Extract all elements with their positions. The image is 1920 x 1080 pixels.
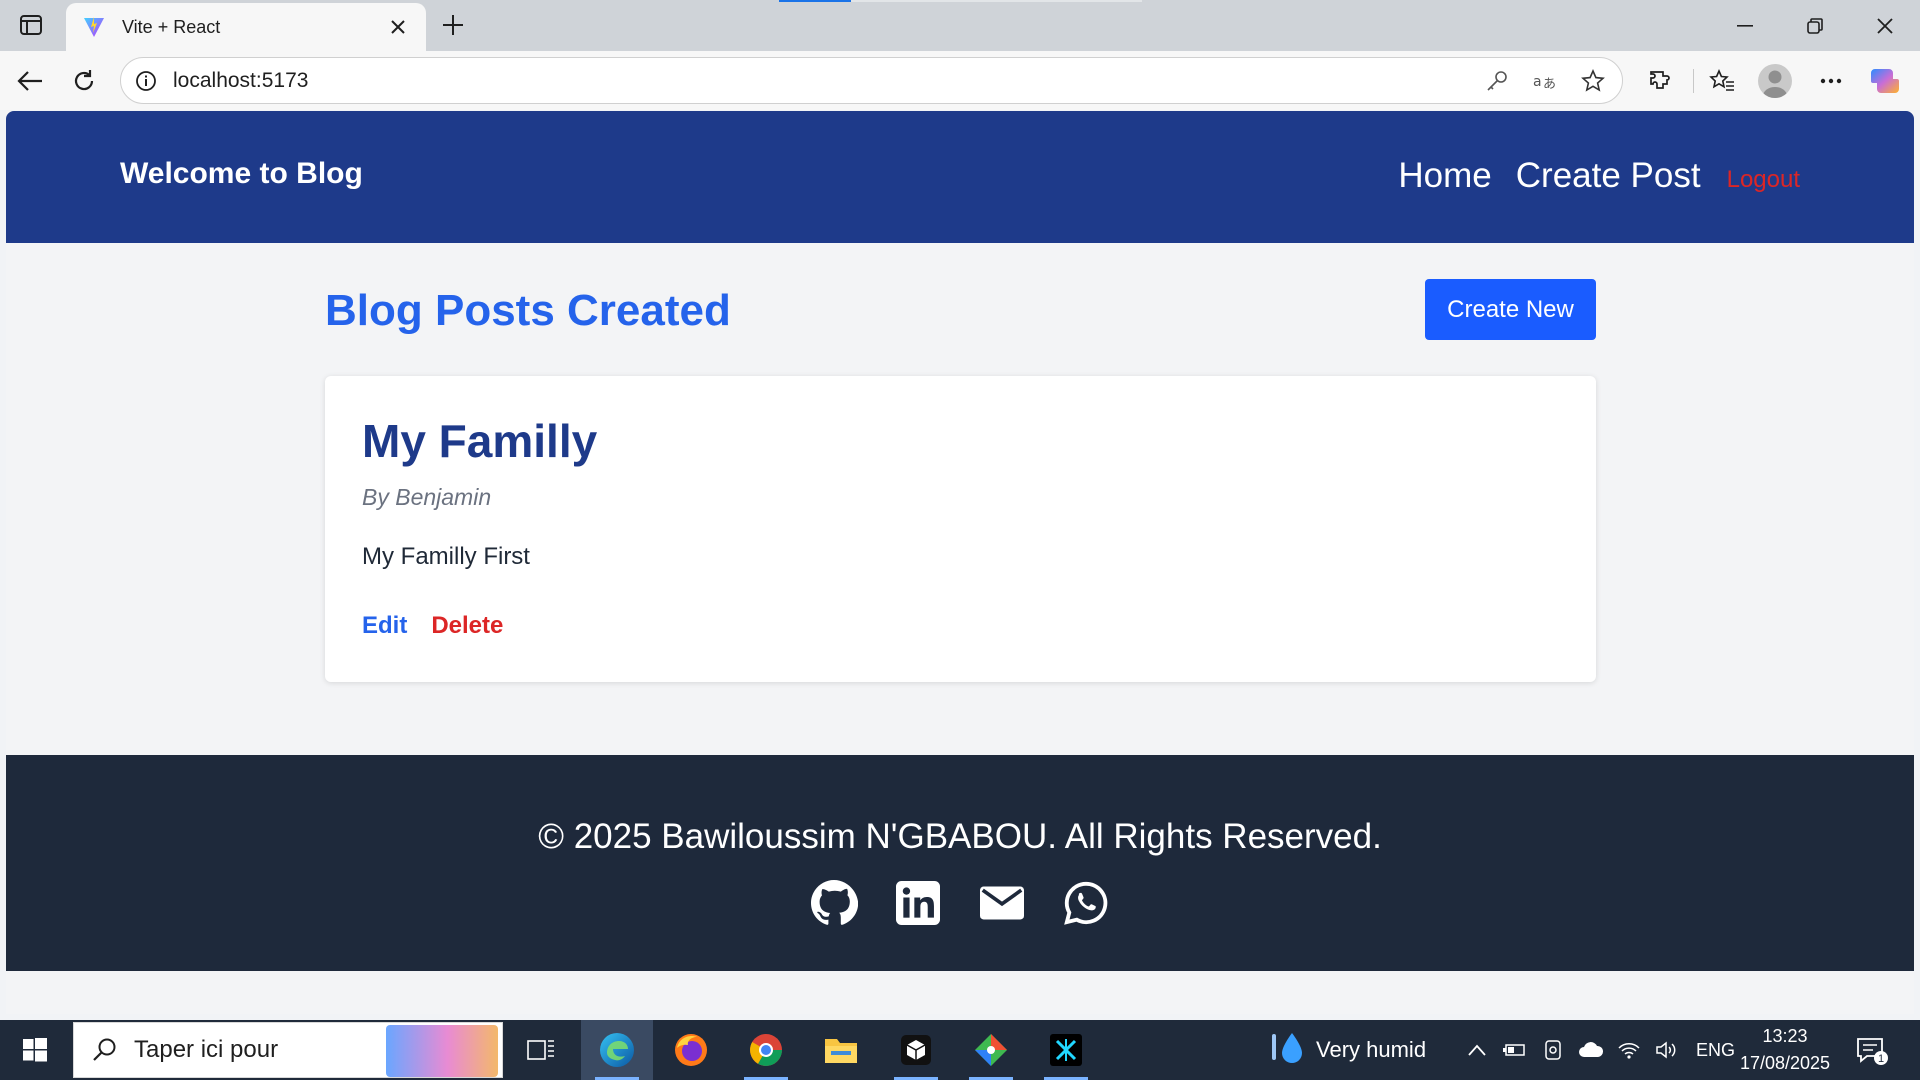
whatsapp-icon[interactable] bbox=[1060, 877, 1112, 929]
clock-date: 17/08/2025 bbox=[1739, 1053, 1831, 1073]
device-icon[interactable] bbox=[1538, 1035, 1568, 1065]
more-options-icon[interactable] bbox=[1814, 64, 1848, 98]
post-actions: Edit Delete bbox=[362, 612, 503, 640]
browser-tab-bar: Vite + React bbox=[0, 0, 1920, 51]
firefox-app-icon[interactable] bbox=[655, 1020, 727, 1080]
ide-app-icon[interactable] bbox=[1030, 1020, 1102, 1080]
post-card: My Familly By Benjamin My Familly First … bbox=[325, 376, 1596, 682]
toolbar-separator bbox=[1693, 69, 1694, 93]
tab-title: Vite + React bbox=[122, 16, 221, 37]
favorite-star-icon[interactable] bbox=[1578, 66, 1608, 96]
reload-icon[interactable] bbox=[66, 63, 102, 99]
notification-count: 1 bbox=[1878, 1053, 1884, 1065]
volume-icon[interactable] bbox=[1652, 1035, 1682, 1065]
windows-taskbar: Taper ici pour Very humid ENG 13:23 17/0… bbox=[0, 1020, 1920, 1080]
sidebar-toggle-icon[interactable] bbox=[18, 12, 44, 38]
address-bar[interactable]: localhost:5173 aあ bbox=[120, 57, 1623, 104]
search-highlight-image bbox=[386, 1025, 498, 1077]
translate-icon[interactable]: aあ bbox=[1530, 66, 1560, 96]
copyright-text: © 2025 Bawiloussim N'GBABOU. All Rights … bbox=[538, 817, 1382, 856]
task-view-icon[interactable] bbox=[505, 1020, 577, 1080]
edge-app-icon[interactable] bbox=[581, 1020, 653, 1080]
post-author: By Benjamin bbox=[362, 484, 492, 510]
edit-post-link[interactable]: Edit bbox=[362, 612, 407, 640]
system-tray: ENG bbox=[1458, 1020, 1735, 1080]
app-cube-icon[interactable] bbox=[880, 1020, 952, 1080]
social-links bbox=[6, 877, 1914, 929]
profile-avatar[interactable] bbox=[1758, 64, 1792, 98]
copilot-icon[interactable] bbox=[1868, 64, 1902, 98]
clock-time: 13:23 bbox=[1762, 1026, 1808, 1046]
weather-widget[interactable]: Very humid bbox=[1270, 1020, 1426, 1080]
svg-text:あ: あ bbox=[1543, 77, 1556, 92]
taskbar-clock[interactable]: 13:23 17/08/2025 bbox=[1730, 1026, 1840, 1074]
back-arrow-icon[interactable] bbox=[12, 63, 48, 99]
main-content: Blog Posts Created Create New My Familly… bbox=[6, 243, 1914, 754]
mail-icon[interactable] bbox=[976, 877, 1028, 929]
svg-text:a: a bbox=[1533, 74, 1542, 90]
nav-create-post-link[interactable]: Create Post bbox=[1516, 156, 1701, 196]
search-icon bbox=[92, 1037, 118, 1063]
nav-home-link[interactable]: Home bbox=[1398, 156, 1491, 196]
site-footer: © 2025 Bawiloussim N'GBABOU. All Rights … bbox=[6, 755, 1914, 971]
browser-toolbar: localhost:5173 aあ bbox=[0, 51, 1920, 110]
battery-icon[interactable] bbox=[1500, 1035, 1530, 1065]
restore-icon[interactable] bbox=[1780, 0, 1850, 51]
notification-center-icon[interactable]: 1 bbox=[1855, 1034, 1889, 1068]
github-icon[interactable] bbox=[808, 877, 860, 929]
chevron-up-icon[interactable] bbox=[1462, 1035, 1492, 1065]
window-controls bbox=[1710, 0, 1920, 51]
taskbar-search-box[interactable]: Taper ici pour bbox=[73, 1022, 503, 1078]
create-new-button[interactable]: Create New bbox=[1425, 279, 1596, 340]
search-placeholder: Taper ici pour bbox=[134, 1036, 279, 1063]
delete-post-link[interactable]: Delete bbox=[431, 612, 503, 640]
page-title: Blog Posts Created bbox=[325, 286, 731, 335]
chrome-app-icon[interactable] bbox=[730, 1020, 802, 1080]
key-icon[interactable] bbox=[1482, 66, 1512, 96]
git-client-icon[interactable] bbox=[955, 1020, 1027, 1080]
site-brand[interactable]: Welcome to Blog bbox=[120, 157, 363, 191]
logout-link[interactable]: Logout bbox=[1727, 166, 1800, 194]
close-tab-icon[interactable] bbox=[386, 15, 410, 39]
post-body: My Familly First bbox=[362, 543, 530, 570]
wifi-icon[interactable] bbox=[1614, 1035, 1644, 1065]
extensions-icon[interactable] bbox=[1643, 64, 1677, 98]
tab-loading-indicator bbox=[779, 0, 1142, 2]
post-title: My Familly bbox=[362, 415, 598, 467]
vite-logo-icon bbox=[82, 15, 106, 39]
favorites-icon[interactable] bbox=[1705, 64, 1739, 98]
site-nav: Home Create Post Logout bbox=[1374, 156, 1800, 196]
close-window-icon[interactable] bbox=[1850, 0, 1920, 51]
weather-text: Very humid bbox=[1316, 1037, 1427, 1062]
site-header: Welcome to Blog Home Create Post Logout bbox=[6, 111, 1914, 243]
humidity-drop-icon bbox=[1270, 1030, 1306, 1071]
site-info-icon[interactable] bbox=[135, 70, 157, 92]
browser-tab[interactable]: Vite + React bbox=[66, 3, 426, 51]
url-text[interactable]: localhost:5173 bbox=[173, 69, 1464, 93]
new-tab-icon[interactable] bbox=[438, 10, 468, 40]
linkedin-icon[interactable] bbox=[892, 877, 944, 929]
file-explorer-icon[interactable] bbox=[805, 1020, 877, 1080]
windows-start-icon[interactable] bbox=[0, 1020, 70, 1080]
page-viewport: Welcome to Blog Home Create Post Logout … bbox=[6, 111, 1914, 1014]
onedrive-cloud-icon[interactable] bbox=[1576, 1035, 1606, 1065]
minimize-icon[interactable] bbox=[1710, 0, 1780, 51]
